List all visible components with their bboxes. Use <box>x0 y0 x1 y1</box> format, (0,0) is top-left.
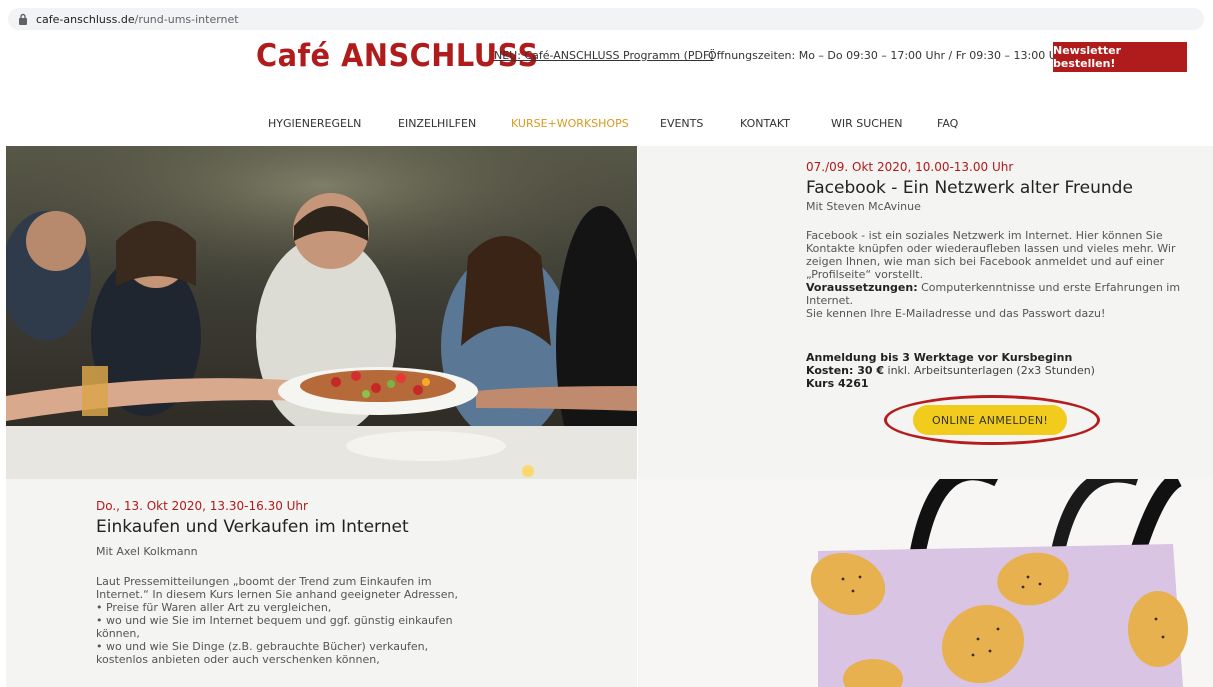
course-description-text: Facebook - ist ein soziales Netzwerk im … <box>806 229 1176 281</box>
lock-icon[interactable] <box>18 13 28 25</box>
nav-item-kurse-workshops[interactable]: KURSE+WORKSHOPS <box>511 117 629 130</box>
course-photo-tote-bag <box>638 479 1213 687</box>
course-description: Facebook - ist ein soziales Netzwerk im … <box>806 229 1198 320</box>
requirements-label: Voraussetzungen: <box>806 281 918 294</box>
course-cost: Kosten: 30 € <box>806 364 885 377</box>
url-path: /rund-ums-internet <box>134 12 239 26</box>
highlight-annotation-circle <box>884 395 1100 445</box>
course-teacher: Mit Steven McAvinue <box>806 200 921 213</box>
nav-item-faq[interactable]: FAQ <box>937 117 958 130</box>
course-photo-dinner <box>6 146 637 479</box>
requirements-note: Sie kennen Ihre E-Mailadresse und das Pa… <box>806 307 1106 320</box>
course-title: Facebook - Ein Netzwerk alter Freunde <box>806 178 1133 198</box>
course-number: Kurs 4261 <box>806 377 869 390</box>
course2-description-line: • wo und wie Sie Dinge (z.B. gebrauchte … <box>96 640 429 666</box>
url-domain: cafe-anschluss.de <box>36 12 135 26</box>
nav-item-hygieneregeln[interactable]: HYGIENEREGELN <box>268 117 361 130</box>
course2-description-line: Laut Pressemitteilungen „boomt der Trend… <box>96 575 458 601</box>
nav-item-wir-suchen[interactable]: WIR SUCHEN <box>831 117 902 130</box>
newsletter-button[interactable]: Newsletter bestellen! <box>1053 42 1187 72</box>
course2-description: Laut Pressemitteilungen „boomt der Trend… <box>96 575 476 666</box>
course-registration-info: Anmeldung bis 3 Werktage vor Kursbeginn … <box>806 351 1095 390</box>
nav-item-kontakt[interactable]: KONTAKT <box>740 117 790 130</box>
nav-item-einzelhilfen[interactable]: EINZELHILFEN <box>398 117 476 130</box>
url-field[interactable]: cafe-anschluss.de/rund-ums-internet <box>8 8 1204 30</box>
course-cost-detail: inkl. Arbeitsunterlagen (2x3 Stunden) <box>887 364 1095 377</box>
course2-description-line: • wo und wie Sie im Internet bequem und … <box>96 614 453 640</box>
url-text: cafe-anschluss.de/rund-ums-internet <box>36 13 239 26</box>
main-navigation: HYGIENEREGELN EINZELHILFEN KURSE+WORKSHO… <box>0 117 1213 133</box>
course2-description-line: • Preise für Waren aller Art zu vergleic… <box>96 601 332 614</box>
course-date: 07./09. Okt 2020, 10.00-13.00 Uhr <box>806 160 1014 174</box>
registration-deadline: Anmeldung bis 3 Werktage vor Kursbeginn <box>806 351 1073 364</box>
opening-hours: Öffnungszeiten: Mo – Do 09:30 – 17:00 Uh… <box>708 49 1069 62</box>
course2-teacher: Mit Axel Kolkmann <box>96 545 198 558</box>
course2-date: Do., 13. Okt 2020, 13.30-16.30 Uhr <box>96 499 308 513</box>
program-pdf-link[interactable]: NEU: Café-ANSCHLUSS Programm (PDF) <box>494 49 714 62</box>
browser-address-bar: cafe-anschluss.de/rund-ums-internet <box>0 0 1213 34</box>
nav-item-events[interactable]: EVENTS <box>660 117 703 130</box>
course2-title: Einkaufen und Verkaufen im Internet <box>96 517 409 537</box>
